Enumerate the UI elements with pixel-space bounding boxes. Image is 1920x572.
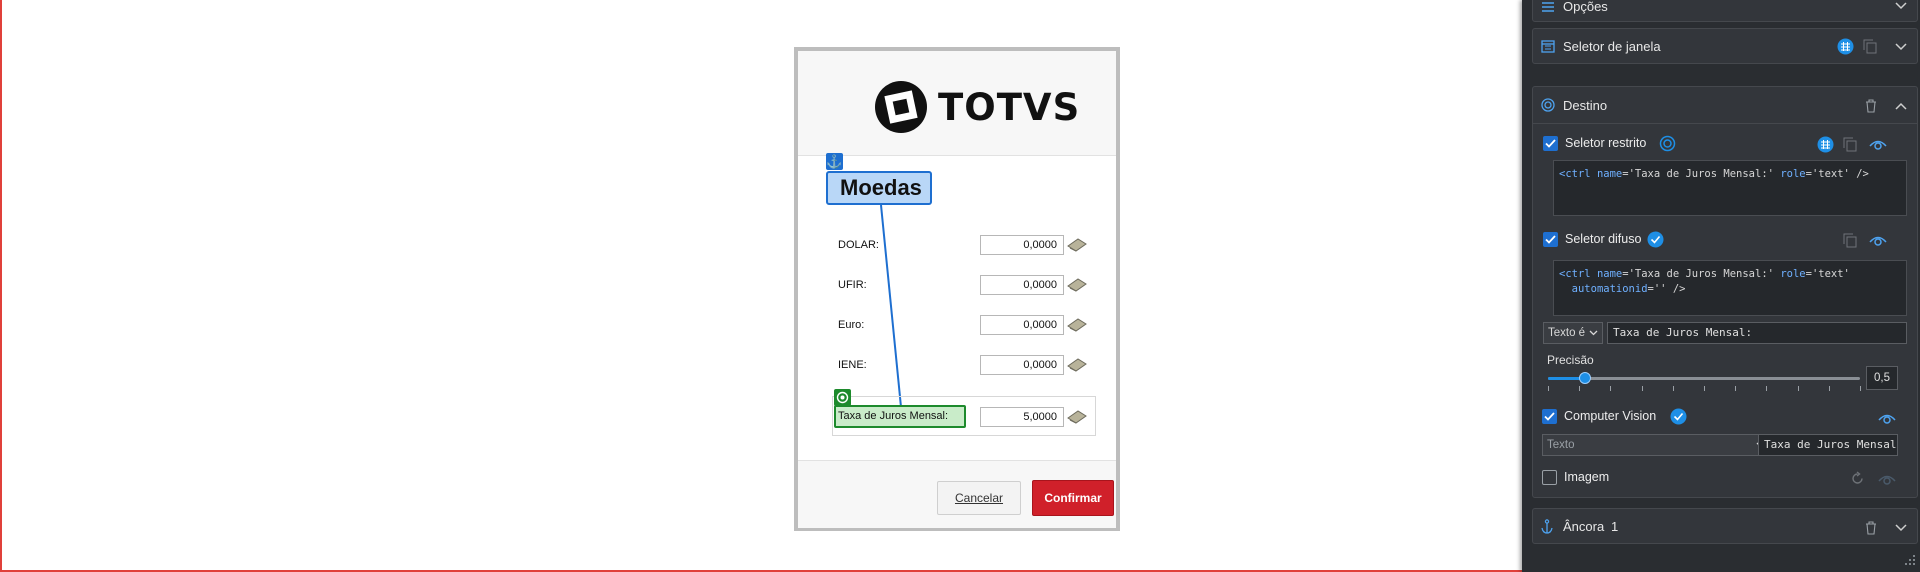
target-section-title: Destino [1563, 98, 1608, 113]
slider-tick [1766, 386, 1767, 391]
confirm-button[interactable]: Confirmar [1032, 480, 1114, 516]
window-icon [1541, 40, 1555, 53]
selection-border-left [0, 0, 2, 572]
precision-slider-handle[interactable] [1579, 372, 1591, 384]
code-value: 'text' [1811, 168, 1850, 180]
eye-icon[interactable] [1869, 234, 1887, 247]
code-tag: ctrl [1565, 168, 1591, 180]
chevron-down-icon [1589, 330, 1598, 336]
section-divider [1533, 123, 1917, 124]
window-selector-title: Seletor de janela [1563, 39, 1661, 54]
slider-tick [1610, 386, 1611, 391]
dolar-input[interactable]: 0,0000 [980, 235, 1064, 255]
precision-slider[interactable] [1548, 372, 1860, 384]
code-tag: ctrl [1565, 268, 1591, 280]
precision-label: Precisão [1547, 353, 1594, 367]
row-label-ufir: UFIR: [838, 279, 867, 291]
chevron-up-icon[interactable] [1895, 102, 1907, 110]
money-icon[interactable] [1066, 236, 1088, 254]
taxa-juros-label: Taxa de Juros Mensal: [834, 405, 966, 428]
code-value: 'text' [1811, 268, 1850, 280]
computer-vision-checkbox[interactable] [1542, 409, 1557, 424]
code-value: '' [1653, 283, 1667, 295]
cv-type-select[interactable]: Texto [1542, 434, 1772, 456]
slider-tick [1548, 386, 1549, 391]
target-icon[interactable] [1659, 135, 1676, 152]
copy-icon[interactable] [1863, 39, 1877, 54]
code-attr: name [1596, 168, 1623, 180]
anchor-section-title: Âncora [1563, 519, 1605, 534]
money-icon[interactable] [1066, 408, 1088, 426]
row-label-iene: IENE: [838, 359, 867, 371]
strict-selector-code[interactable]: <ctrl name='Taxa de Juros Mensal:' role=… [1553, 160, 1907, 216]
anchor-icon [1541, 519, 1553, 534]
copy-icon[interactable] [1843, 137, 1857, 152]
slider-tick [1673, 386, 1674, 391]
image-checkbox[interactable] [1542, 470, 1557, 485]
resize-grip-icon[interactable] [1904, 554, 1916, 566]
code-value: 'Taxa de Juros Mensal:' [1628, 268, 1774, 280]
code-attr: name [1596, 268, 1623, 280]
fuzzy-selector-code[interactable]: <ctrl name='Taxa de Juros Mensal:' role=… [1553, 260, 1907, 316]
cv-type-select-value: Texto [1547, 439, 1575, 451]
fuzzy-selector-label: Seletor difuso [1565, 232, 1642, 246]
trash-icon[interactable] [1865, 99, 1877, 113]
check-circle-icon [1670, 408, 1687, 425]
computer-vision-label: Computer Vision [1564, 409, 1657, 423]
refresh-icon[interactable] [1850, 471, 1865, 486]
copy-icon[interactable] [1843, 233, 1857, 248]
iene-input[interactable]: 0,0000 [980, 355, 1064, 375]
cv-text-input[interactable]: Taxa de Juros Mensal: [1758, 434, 1898, 456]
row-label-euro: Euro: [838, 319, 865, 331]
target-picker-icon[interactable] [1817, 136, 1834, 153]
slider-tick [1829, 386, 1830, 391]
strict-selector-checkbox[interactable] [1543, 136, 1558, 151]
money-icon[interactable] [1066, 316, 1088, 334]
text-match-input[interactable]: Taxa de Juros Mensal: [1607, 322, 1907, 344]
check-circle-icon [1647, 231, 1664, 248]
target-picker-icon[interactable] [1837, 38, 1854, 55]
slider-tick [1735, 386, 1736, 391]
trash-icon[interactable] [1865, 521, 1877, 535]
precision-value-input[interactable]: 0,5 [1866, 366, 1898, 390]
taxa-juros-input[interactable]: 5,0000 [980, 407, 1064, 427]
anchor-section[interactable]: Âncora 1 [1532, 508, 1918, 544]
target-icon [1541, 98, 1555, 112]
image-label: Imagem [1564, 470, 1610, 484]
fuzzy-selector-checkbox[interactable] [1543, 232, 1558, 247]
code-attr: automationid [1571, 283, 1648, 295]
target-icon [834, 389, 851, 406]
slider-tick [1704, 386, 1705, 391]
text-match-select[interactable]: Texto é [1543, 322, 1603, 344]
money-icon[interactable] [1066, 276, 1088, 294]
window-selector-section[interactable]: Seletor de janela [1532, 28, 1918, 64]
text-match-select-value: Texto é [1548, 327, 1586, 339]
options-icon [1542, 2, 1554, 12]
eye-icon[interactable] [1878, 412, 1896, 425]
euro-input[interactable]: 0,0000 [980, 315, 1064, 335]
cancel-button[interactable]: Cancelar [937, 481, 1021, 515]
strict-selector-label: Seletor restrito [1565, 136, 1647, 150]
slider-tick [1579, 386, 1580, 391]
chevron-down-icon[interactable] [1895, 43, 1907, 51]
options-section[interactable]: Opções [1532, 0, 1918, 22]
slider-tick [1642, 386, 1643, 391]
options-title: Opções [1563, 0, 1608, 14]
slider-tick [1798, 386, 1799, 391]
anchor-count: 1 [1611, 519, 1619, 534]
money-icon[interactable] [1066, 356, 1088, 374]
chevron-down-icon[interactable] [1895, 2, 1907, 10]
ufir-input[interactable]: 0,0000 [980, 275, 1064, 295]
code-attr: role [1780, 168, 1806, 180]
slider-tick [1860, 386, 1861, 391]
row-label-dolar: DOLAR: [838, 239, 879, 251]
eye-icon[interactable] [1878, 473, 1896, 486]
code-value: 'Taxa de Juros Mensal:' [1628, 168, 1774, 180]
moedas-dialog: TOTVS ⚓ Moedas DOLAR: 0,0000 UFIR: 0,000… [794, 47, 1120, 531]
eye-icon[interactable] [1869, 138, 1887, 151]
selector-panel: Opções Seletor de janela Destino Seletor [1522, 0, 1920, 572]
code-attr: role [1780, 268, 1806, 280]
chevron-down-icon[interactable] [1895, 524, 1907, 532]
